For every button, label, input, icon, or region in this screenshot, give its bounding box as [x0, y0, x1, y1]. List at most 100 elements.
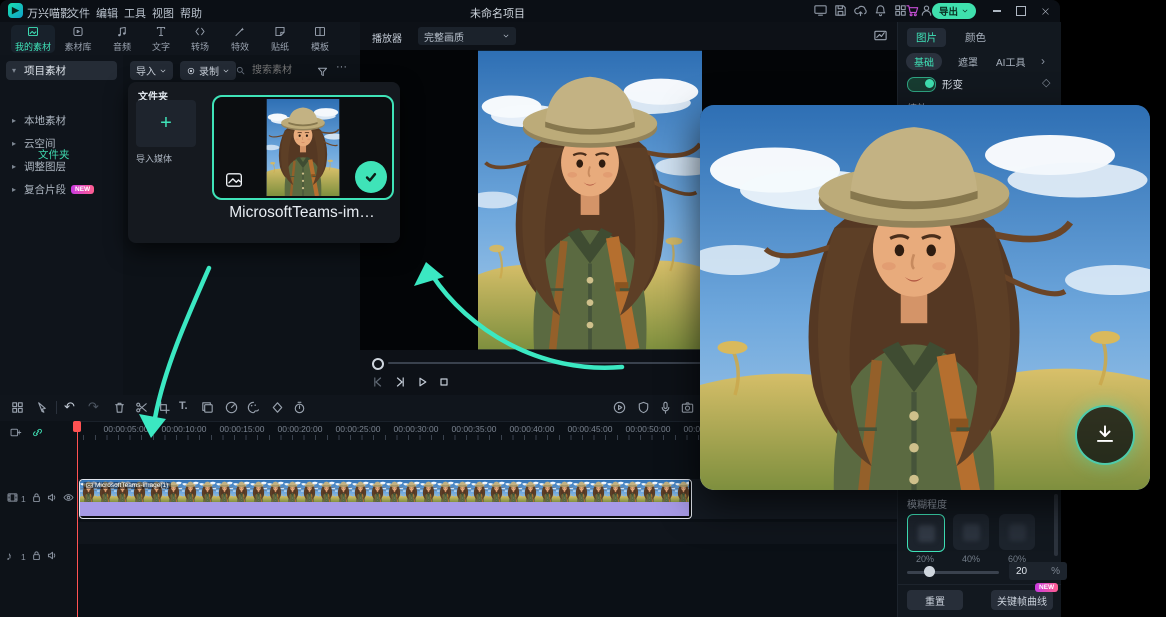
shield-icon[interactable]	[636, 400, 651, 415]
blur-unit: %	[1051, 566, 1060, 577]
subtab-basic[interactable]: 基础	[906, 53, 942, 70]
keyframe-curve-button[interactable]: 关键帧曲线	[991, 590, 1053, 610]
sidebar-item-adjustment-layer[interactable]: ▸ 调整图层	[6, 157, 117, 176]
menu-help[interactable]: 帮助	[180, 5, 202, 21]
blur-strength-label: 模糊程度	[907, 496, 947, 511]
workspace-icon[interactable]	[813, 3, 828, 18]
blur-slider-track[interactable]	[907, 571, 999, 574]
media-view-icon[interactable]	[10, 400, 25, 415]
transform-label: 形变	[942, 77, 963, 92]
seek-handle[interactable]	[372, 358, 384, 370]
menu-file[interactable]: 文件	[68, 5, 90, 21]
properties-tab-image[interactable]: 图片	[907, 28, 946, 47]
record-button[interactable]: 录制	[180, 61, 236, 80]
sidebar-item-local-media[interactable]: ▸ 本地素材	[6, 111, 117, 130]
app-logo-icon: ▶	[8, 3, 23, 18]
import-media-tile[interactable]: +	[136, 100, 196, 147]
timeline-clip[interactable]: MicrosoftTeams-image(1)	[79, 479, 692, 519]
properties-scrollbar[interactable]	[1054, 494, 1058, 556]
tab-effects[interactable]: 特效	[218, 25, 262, 53]
color-palette-icon[interactable]	[246, 400, 261, 415]
import-button[interactable]: 导入	[130, 61, 173, 80]
music-note-icon	[115, 25, 129, 38]
reset-button[interactable]: 重置	[907, 590, 963, 610]
subtabs-more-chevron[interactable]: ›	[1041, 54, 1045, 68]
blur-preset-20[interactable]	[907, 514, 945, 552]
new-badge: NEW	[1035, 583, 1058, 592]
maximize-button[interactable]	[1014, 4, 1028, 18]
blur-value-box[interactable]: 20 %	[1009, 562, 1067, 580]
download-button[interactable]	[1075, 405, 1135, 465]
filter-icon[interactable]	[316, 65, 329, 78]
cloud-upload-icon[interactable]	[853, 3, 868, 18]
play-button[interactable]	[414, 374, 430, 390]
tab-my-media[interactable]: 我的素材	[11, 25, 55, 53]
menu-view[interactable]: 视图	[152, 5, 174, 21]
mute-speaker-icon[interactable]	[46, 491, 59, 504]
playhead-line	[77, 421, 79, 617]
tab-transitions[interactable]: 转场	[178, 25, 222, 53]
search-icon	[235, 65, 246, 76]
tab-stickers[interactable]: 贴纸	[258, 25, 302, 53]
scope-monitor-icon[interactable]	[873, 28, 888, 43]
delete-icon[interactable]	[112, 400, 127, 415]
media-tab-bar: 我的素材 素材库 音频 文字 转场 特效	[0, 22, 360, 56]
sidebar-item-compound-clip[interactable]: ▸ 复合片段 NEW	[6, 180, 117, 199]
crop-icon[interactable]	[156, 400, 171, 415]
copy-clip-icon[interactable]	[200, 400, 215, 415]
more-options-button[interactable]: ···	[336, 61, 347, 73]
tab-stock-library[interactable]: 素材库	[56, 25, 100, 53]
blur-slider-handle[interactable]	[924, 566, 935, 577]
lock-icon[interactable]	[30, 491, 43, 504]
blur-preset-40[interactable]	[953, 514, 989, 550]
keyframe-icon[interactable]	[270, 400, 285, 415]
blur-preset-60[interactable]	[999, 514, 1035, 550]
project-title: 未命名项目	[470, 5, 525, 21]
hide-eye-icon[interactable]	[62, 491, 75, 504]
properties-tab-color[interactable]: 颜色	[956, 28, 995, 47]
subtab-mask[interactable]: 遮罩	[950, 53, 986, 70]
search-input[interactable]	[250, 64, 312, 77]
microphone-icon[interactable]	[658, 400, 673, 415]
export-button[interactable]: 导出	[932, 3, 976, 19]
tab-text[interactable]: 文字	[139, 25, 183, 53]
close-button[interactable]	[1038, 4, 1052, 18]
notifications-icon[interactable]	[873, 3, 888, 18]
mute-speaker-icon[interactable]	[46, 549, 59, 562]
tab-audio[interactable]: 音频	[100, 25, 144, 53]
keyframe-diamond-icon[interactable]: ◇	[1042, 76, 1050, 89]
undo-icon[interactable]: ↶	[64, 399, 75, 415]
blur-value: 20	[1016, 566, 1027, 577]
minimize-button[interactable]	[990, 4, 1004, 18]
select-tool-icon[interactable]	[34, 400, 49, 415]
text-tool-icon[interactable]: T.	[179, 400, 188, 412]
subtab-ai-tools[interactable]: AI工具	[988, 53, 1033, 70]
previous-frame-button[interactable]	[370, 374, 386, 390]
lock-icon[interactable]	[30, 549, 43, 562]
speed-icon[interactable]	[224, 400, 239, 415]
add-track-icon[interactable]	[9, 426, 22, 439]
split-scissors-icon[interactable]	[134, 400, 149, 415]
tab-templates[interactable]: 模板	[298, 25, 342, 53]
preview-frame-image	[478, 50, 702, 350]
menu-edit[interactable]: 编辑	[96, 5, 118, 21]
timer-icon[interactable]	[292, 400, 307, 415]
render-preview-icon[interactable]	[612, 400, 627, 415]
media-thumbnail-selected[interactable]	[212, 95, 394, 200]
save-icon[interactable]	[833, 3, 848, 18]
playback-quality-dropdown[interactable]: 完整画质	[418, 27, 516, 45]
link-icon[interactable]	[31, 426, 44, 439]
transform-toggle[interactable]	[907, 77, 936, 92]
redo-icon[interactable]: ↷	[88, 399, 99, 415]
audio-track-lane[interactable]	[77, 522, 897, 544]
chevron-down-icon	[159, 67, 167, 75]
video-track-icon	[6, 491, 19, 504]
store-cart-icon[interactable]	[905, 3, 920, 18]
snapshot-icon[interactable]	[680, 400, 695, 415]
stop-button[interactable]	[436, 374, 452, 390]
sidebar-item-project-media[interactable]: ▾ 项目素材	[6, 61, 117, 80]
menu-tools[interactable]: 工具	[124, 5, 146, 21]
sidebar-item-cloud[interactable]: ▸ 云空间	[6, 134, 117, 153]
next-frame-button[interactable]	[392, 374, 408, 390]
search-box[interactable]	[235, 61, 312, 80]
